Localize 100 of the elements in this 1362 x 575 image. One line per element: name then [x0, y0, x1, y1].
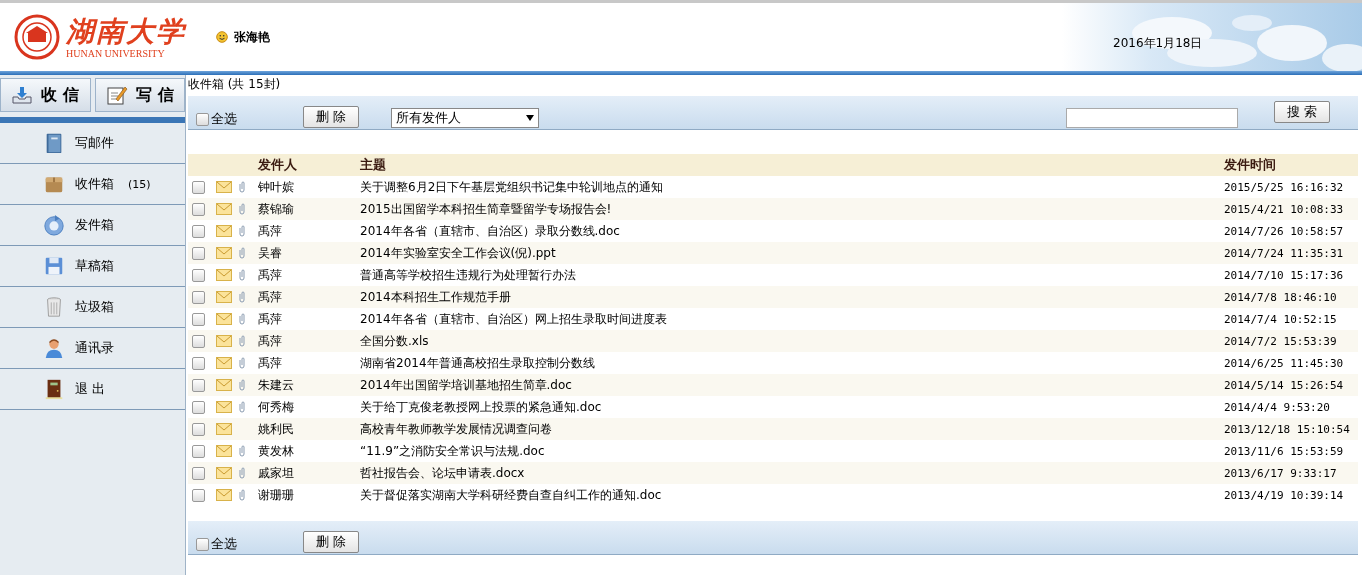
envelope-icon: [216, 269, 232, 281]
checkbox[interactable]: [192, 224, 205, 238]
sender-cell-text: 禹萍: [258, 288, 283, 306]
time-cell-text: 2015/4/21 10:08:33: [1224, 201, 1345, 218]
checkbox[interactable]: [192, 202, 205, 216]
checkbox[interactable]: [192, 290, 205, 304]
sender-cell-text: 黄发林: [258, 442, 295, 460]
envelope-icon: [216, 247, 232, 259]
dropdown-arrow-icon: [526, 115, 535, 121]
subject-link[interactable]: 2015出国留学本科招生简章暨留学专场报告会!: [360, 198, 1224, 220]
compose-button[interactable]: 写 信: [94, 78, 185, 112]
sidebar-item[interactable]: 垃圾箱: [0, 287, 185, 328]
time-cell-text: 2014/7/24 11:35:31: [1224, 245, 1345, 262]
time-cell-text: 2014/7/2 15:53:39: [1224, 333, 1338, 350]
logo-title: 湖南大学: [66, 15, 186, 48]
time-cell-text: 2014/7/4 10:52:15: [1224, 311, 1338, 328]
time-cell-text: 2014/6/25 11:45:30: [1224, 355, 1345, 372]
envelope-icon: [216, 203, 232, 215]
sidebar-item[interactable]: 通讯录: [0, 328, 185, 369]
checkbox[interactable]: [192, 356, 205, 370]
subject-link[interactable]: 高校青年教师教学发展情况调查问卷: [360, 418, 1224, 440]
search-button[interactable]: 搜 索: [1273, 101, 1330, 123]
envelope-icon: [216, 401, 232, 413]
subject-link[interactable]: 关于调整6月2日下午基层党组织书记集中轮训地点的通知: [360, 176, 1224, 198]
column-header: 发件人: [258, 156, 298, 174]
sender-cell-text: 谢珊珊: [258, 486, 295, 504]
time-cell-text: 2014/7/10 15:17:36: [1224, 267, 1345, 284]
subject-link[interactable]: 湖南省2014年普通高校招生录取控制分数线: [360, 352, 1224, 374]
sidebar-item[interactable]: 草稿箱: [0, 246, 185, 287]
download-tray-icon: [11, 85, 34, 105]
checkbox[interactable]: [192, 334, 205, 348]
checkbox[interactable]: [192, 466, 205, 480]
time-cell-text: 2013/6/17 9:33:17: [1224, 465, 1338, 482]
envelope-icon: [216, 489, 232, 501]
subject-link[interactable]: 关于给丁克俊老教授网上投票的紧急通知.doc: [360, 396, 1224, 418]
checkbox[interactable]: [192, 312, 205, 326]
subject-link[interactable]: 关于督促落实湖南大学科研经费自查自纠工作的通知.doc: [360, 484, 1224, 506]
subject-link[interactable]: “11.9”之消防安全常识与法规.doc: [360, 440, 1224, 462]
door-icon: [43, 377, 65, 401]
subject-link[interactable]: 全国分数.xls: [360, 330, 1224, 352]
sender-cell-text: 吴睿: [258, 244, 283, 262]
date-text: 2016年1月18日: [1113, 35, 1203, 52]
checkbox[interactable]: [192, 246, 205, 260]
checkbox[interactable]: [192, 180, 205, 194]
time-cell-text: 2013/12/18 15:10:54: [1224, 421, 1351, 438]
seal-icon: [14, 14, 60, 60]
checkbox[interactable]: [192, 378, 205, 392]
subject-link[interactable]: 2014年各省（直辖市、自治区）录取分数线.doc: [360, 220, 1224, 242]
sidebar-item[interactable]: 收件箱 (15): [0, 164, 185, 205]
subject-link[interactable]: 2014年出国留学培训基地招生简章.doc: [360, 374, 1224, 396]
select-all-label: 全选: [211, 110, 237, 128]
sidebar-item[interactable]: 退 出: [0, 369, 185, 410]
subject-link[interactable]: 哲社报告会、论坛申请表.docx: [360, 462, 1224, 484]
subject-link[interactable]: 普通高等学校招生违规行为处理暂行办法: [360, 264, 1224, 286]
envelope-icon: [216, 357, 232, 369]
time-cell-text: 2014/7/26 10:58:57: [1224, 223, 1345, 240]
checkbox[interactable]: [196, 537, 209, 551]
sidebar-item[interactable]: 发件箱: [0, 205, 185, 246]
envelope-icon: [216, 379, 232, 391]
column-header: 主题: [360, 156, 387, 174]
sender-cell-text: 姚利民: [258, 420, 295, 438]
delete-button[interactable]: 删 除: [303, 531, 360, 553]
envelope-icon: [216, 335, 232, 347]
sender-cell-text: 禹萍: [258, 266, 283, 284]
envelope-icon: [216, 225, 232, 237]
envelope-icon: [216, 467, 232, 479]
subject-link[interactable]: 2014本科招生工作规范手册: [360, 286, 1224, 308]
sender-cell-text: 禹萍: [258, 310, 283, 328]
envelope-icon: [216, 313, 232, 325]
checkbox[interactable]: [196, 112, 209, 126]
envelope-icon: [216, 423, 232, 435]
checkbox[interactable]: [192, 400, 205, 414]
envelope-icon: [216, 445, 232, 457]
time-cell-text: 2014/7/8 18:46:10: [1224, 289, 1338, 306]
delete-button[interactable]: 删 除: [303, 106, 360, 128]
notepad-pencil-icon: [105, 85, 128, 105]
smiley-icon: [216, 31, 228, 43]
checkbox[interactable]: [192, 422, 205, 436]
checkbox[interactable]: [192, 268, 205, 282]
checkbox[interactable]: [192, 488, 205, 502]
sender-cell-text: 禹萍: [258, 332, 283, 350]
folder-title: 收件箱 (共 15封): [188, 76, 282, 93]
person-icon: [43, 336, 65, 360]
sender-cell-text: 戚家坦: [258, 464, 295, 482]
sidebar-item[interactable]: 写邮件: [0, 123, 185, 164]
select-all-label: 全选: [211, 535, 237, 553]
logo-subtitle: HUNAN UNIVERSITY: [66, 47, 166, 59]
sender-cell-text: 蔡锦瑜: [258, 200, 295, 218]
receive-button[interactable]: 收 信: [0, 78, 91, 112]
subject-link[interactable]: 2014年各省（直辖市、自治区）网上招生录取时间进度表: [360, 308, 1224, 330]
search-field[interactable]: [1065, 108, 1238, 128]
subject-link[interactable]: 2014年实验室安全工作会议(倪).ppt: [360, 242, 1224, 264]
time-cell-text: 2013/4/19 10:39:14: [1224, 487, 1345, 504]
checkbox[interactable]: [192, 444, 205, 458]
envelope-icon: [216, 291, 232, 303]
time-cell-text: 2014/5/14 15:26:54: [1224, 377, 1345, 394]
sender-dropdown[interactable]: 所有发件人: [391, 108, 540, 128]
sender-cell-text: 禹萍: [258, 354, 283, 372]
sender-cell-text: 禹萍: [258, 222, 283, 240]
sender-cell-text: 何秀梅: [258, 398, 295, 416]
